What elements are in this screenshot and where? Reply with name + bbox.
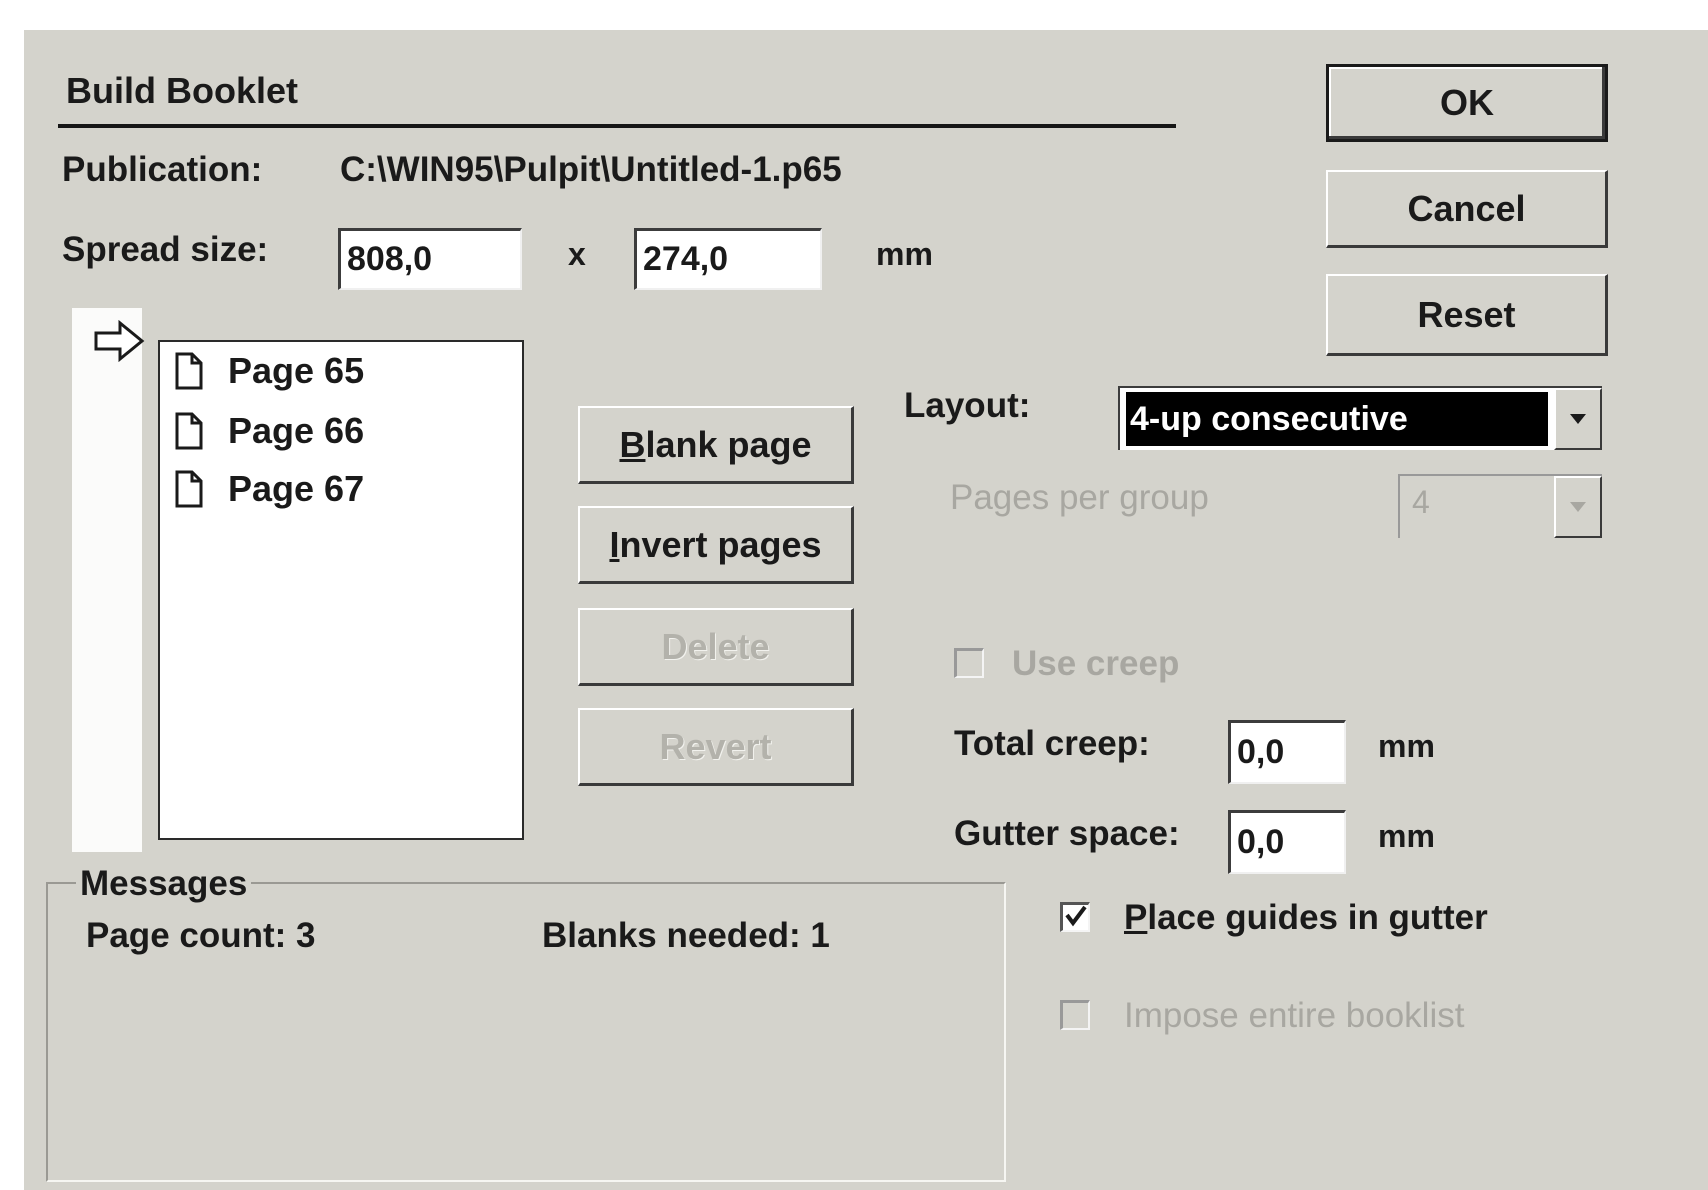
list-item[interactable]: Page 67: [174, 468, 364, 510]
page-count-text: Page count: 3: [86, 916, 316, 955]
blank-page-label: lank page: [645, 423, 812, 465]
impose-booklist-checkbox: [1060, 1000, 1090, 1030]
list-item[interactable]: Page 66: [174, 410, 364, 452]
page-label: Page 67: [228, 468, 365, 509]
total-creep-field[interactable]: 0,0: [1228, 720, 1346, 784]
blank-page-accel: B: [619, 423, 646, 465]
insertion-column: [72, 308, 142, 852]
pages-per-group-dropdown-button: [1554, 476, 1602, 538]
page-list[interactable]: Page 65 Page 66 Page 67: [158, 340, 524, 840]
build-booklet-dialog: Build Booklet Publication: C:\WIN95\Pulp…: [24, 30, 1708, 1190]
impose-booklist-label: Impose entire booklist: [1124, 996, 1465, 1035]
page-label: Page 66: [228, 410, 365, 451]
layout-label: Layout:: [904, 386, 1031, 425]
arrow-right-icon: [94, 320, 145, 362]
checkmark-icon: [1065, 905, 1087, 927]
delete-button: Delete: [578, 608, 854, 686]
spread-size-label: Spread size:: [62, 230, 269, 269]
invert-pages-label: nvert pages: [619, 523, 822, 565]
blank-page-button[interactable]: Blank page: [578, 406, 854, 484]
chevron-down-icon: [1570, 414, 1586, 424]
title-divider: [58, 124, 1176, 128]
spread-x-label: x: [568, 236, 586, 272]
gutter-space-field[interactable]: 0,0: [1228, 810, 1346, 874]
pages-per-group-label: Pages per group: [950, 478, 1209, 517]
document-icon: [175, 470, 203, 508]
page-label: Page 65: [228, 350, 365, 391]
ok-button[interactable]: OK: [1326, 64, 1608, 142]
document-icon: [175, 352, 203, 390]
use-creep-checkbox: [954, 648, 984, 678]
invert-pages-button[interactable]: Invert pages: [578, 506, 854, 584]
blanks-needed-text: Blanks needed: 1: [542, 916, 830, 955]
publication-path: C:\WIN95\Pulpit\Untitled-1.p65: [340, 150, 842, 189]
gutter-space-unit: mm: [1378, 818, 1435, 854]
layout-selected-value: 4-up consecutive: [1126, 392, 1548, 446]
layout-select[interactable]: 4-up consecutive: [1118, 386, 1602, 450]
use-creep-label: Use creep: [1012, 644, 1180, 683]
pages-per-group-value: 4: [1412, 484, 1430, 520]
chevron-down-icon: [1570, 502, 1586, 512]
reset-button[interactable]: Reset: [1326, 274, 1608, 356]
pages-per-group-select: 4: [1398, 474, 1602, 538]
list-item[interactable]: Page 65: [174, 350, 364, 392]
spread-height-field[interactable]: 274,0: [634, 228, 822, 290]
publication-label: Publication:: [62, 150, 263, 189]
place-guides-checkbox[interactable]: [1060, 902, 1090, 932]
messages-title: Messages: [76, 864, 252, 904]
spread-width-field[interactable]: 808,0: [338, 228, 522, 290]
document-icon: [175, 412, 203, 450]
cancel-button[interactable]: Cancel: [1326, 170, 1608, 248]
place-guides-accel: P: [1124, 898, 1148, 937]
total-creep-unit: mm: [1378, 728, 1435, 764]
total-creep-label: Total creep:: [954, 724, 1150, 763]
spread-unit-label: mm: [876, 236, 933, 272]
dialog-title: Build Booklet: [66, 70, 298, 111]
gutter-space-label: Gutter space:: [954, 814, 1180, 853]
invert-pages-accel: I: [609, 523, 620, 565]
layout-dropdown-button[interactable]: [1554, 388, 1602, 450]
revert-button: Revert: [578, 708, 854, 786]
place-guides-text: lace guides in gutter: [1147, 898, 1488, 937]
place-guides-label: Place guides in gutter: [1124, 898, 1488, 938]
